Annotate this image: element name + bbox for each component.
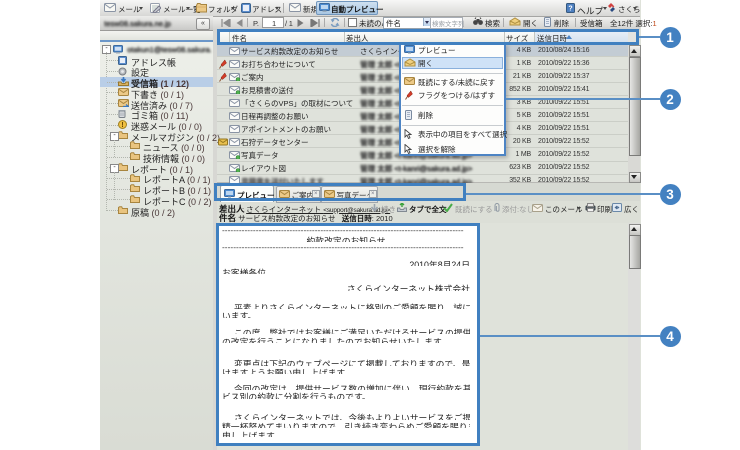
svg-text:?: ?: [568, 6, 572, 13]
svg-text:!: !: [121, 122, 123, 129]
